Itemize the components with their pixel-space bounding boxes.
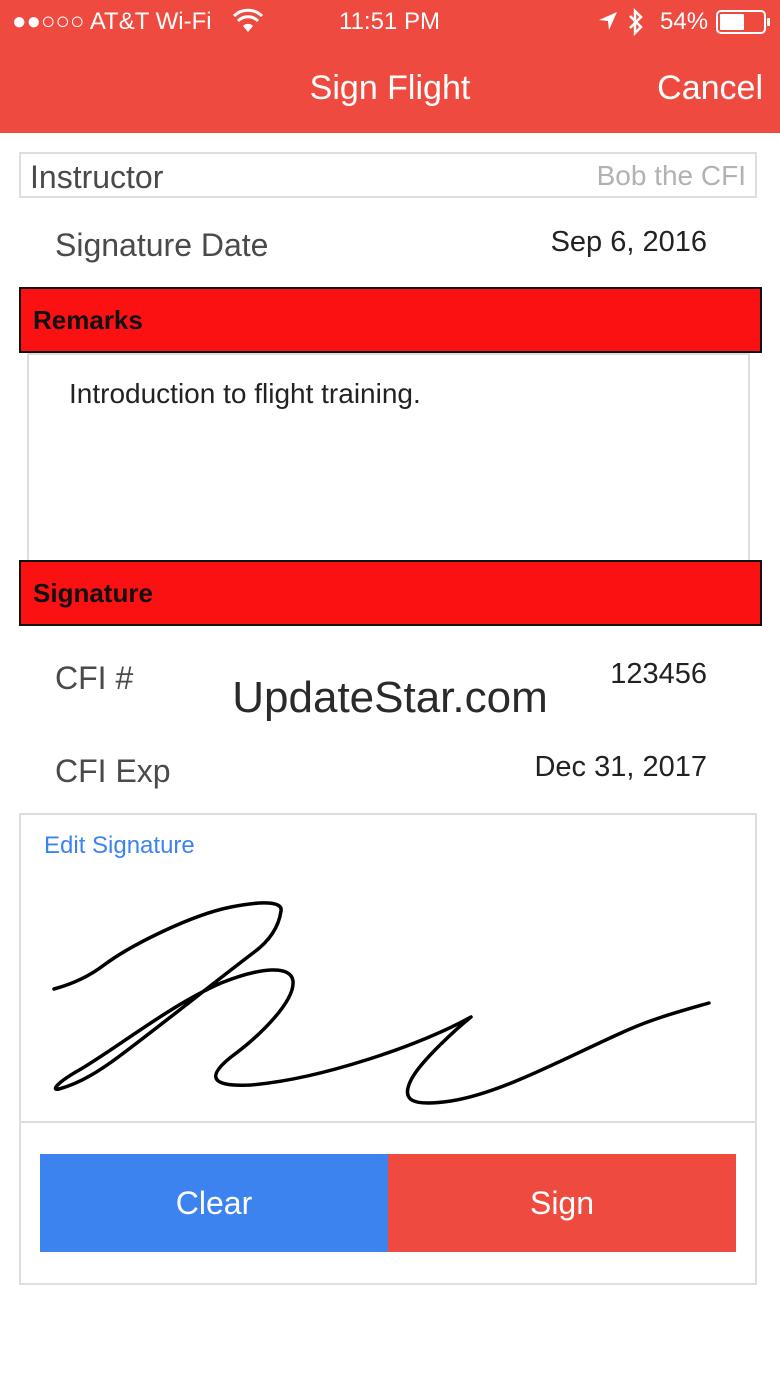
clear-button[interactable]: Clear [40, 1154, 388, 1252]
carrier-status: ●●○○○ AT&T Wi-Fi [12, 8, 212, 35]
cfi-number-label: CFI # [55, 660, 134, 696]
location-arrow-icon [598, 11, 618, 36]
cfi-exp-value[interactable]: Dec 31, 2017 [534, 750, 707, 784]
cfi-exp-label: CFI Exp [55, 753, 171, 789]
navigation-header: ●●○○○ AT&T Wi-Fi 11:51 PM 54% Sign Fligh… [0, 0, 780, 133]
bluetooth-icon [627, 7, 645, 41]
cancel-button[interactable]: Cancel [657, 68, 763, 108]
instructor-input[interactable]: Bob the CFI [597, 159, 746, 193]
instructor-field[interactable]: Instructor Bob the CFI [19, 152, 757, 198]
signature-drawing [52, 901, 711, 1105]
remarks-header: Remarks [19, 287, 762, 353]
signature-header: Signature [19, 560, 762, 626]
instructor-label: Instructor [30, 159, 164, 195]
signature-date-value[interactable]: Sep 6, 2016 [551, 225, 707, 259]
battery-percent: 54% [660, 8, 709, 35]
remarks-text: Introduction to flight training. [69, 378, 421, 409]
cfi-number-value[interactable]: 123456 [610, 657, 707, 691]
signature-date-label: Signature Date [55, 227, 269, 263]
remarks-textarea[interactable]: Introduction to flight training. [27, 353, 750, 563]
wifi-icon [232, 8, 264, 39]
battery-icon [716, 10, 772, 39]
clock: 11:51 PM [339, 8, 440, 35]
sign-button[interactable]: Sign [388, 1154, 736, 1252]
signature-pad[interactable]: Edit Signature [19, 813, 757, 1123]
